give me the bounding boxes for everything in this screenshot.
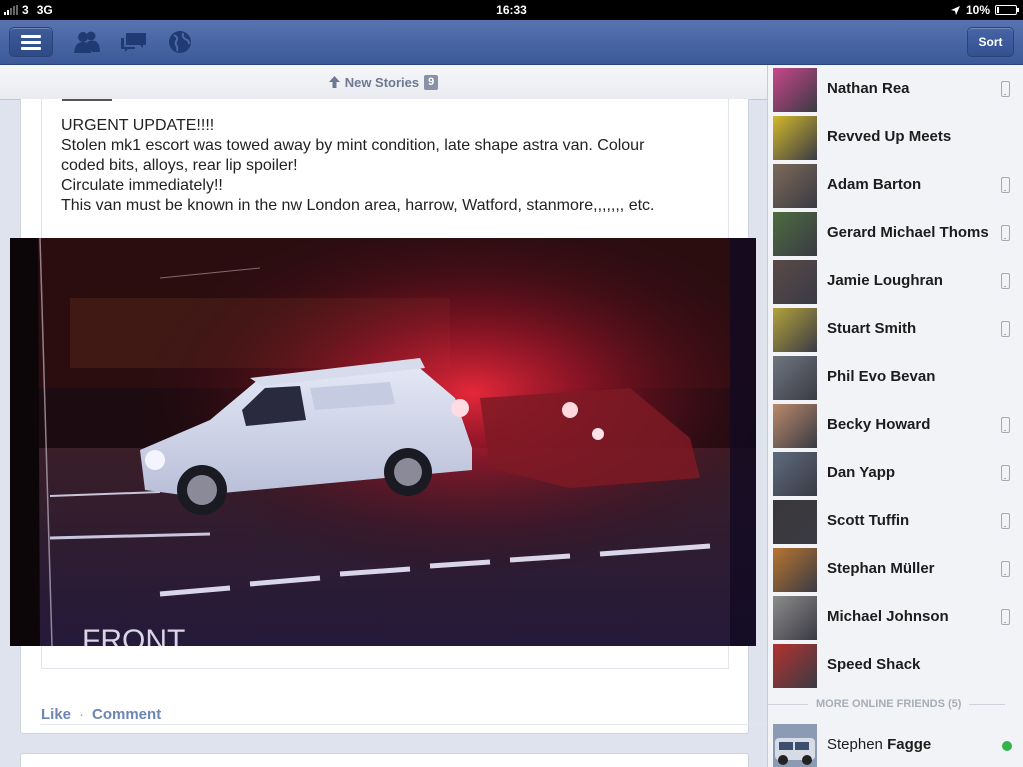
friend-list-item[interactable]: Stephan Müller — [768, 545, 1023, 593]
friend-list-item[interactable]: Speed Shack — [768, 641, 1023, 689]
story-actions: Like · Comment — [41, 706, 161, 723]
like-link[interactable]: Like — [41, 706, 71, 723]
avatar — [773, 308, 817, 352]
friend-name: Stuart Smith — [827, 320, 917, 337]
avatar — [773, 260, 817, 304]
friend-name: Speed Shack — [827, 656, 921, 673]
avatar — [773, 724, 817, 767]
location-arrow-icon — [950, 5, 960, 15]
avatar — [773, 596, 817, 640]
mobile-phone-icon — [1001, 465, 1010, 481]
story-line: coded bits, alloys, rear lip spoiler! — [61, 157, 298, 174]
story-photo[interactable]: FRONT — [10, 238, 756, 646]
status-bar: 3 3G 16:33 10% — [0, 0, 1023, 20]
story-line: Stolen mk1 escort was towed away by mint… — [61, 137, 645, 154]
mobile-phone-icon — [1001, 81, 1010, 97]
more-online-friends-divider: MORE ONLINE FRIENDS (5) — [768, 692, 1023, 716]
friend-list-item[interactable]: Phil Evo Bevan — [768, 353, 1023, 401]
online-friend-item[interactable]: Stephen Fagge — [768, 721, 1023, 767]
friend-list-item[interactable]: Stuart Smith — [768, 305, 1023, 353]
story-line: This van must be known in the nw London … — [61, 197, 655, 214]
cctv-van-photo: FRONT — [10, 238, 756, 646]
story-line: URGENT UPDATE!!!! — [61, 117, 215, 134]
mobile-phone-icon — [1001, 513, 1010, 529]
friend-name: Stephan Müller — [827, 560, 935, 577]
chat-sidebar[interactable]: Nathan Rea Revved Up Meets Adam Barton Gera… — [767, 65, 1023, 767]
avatar — [773, 500, 817, 544]
comment-link[interactable]: Comment — [92, 706, 161, 723]
avatar — [773, 116, 817, 160]
friend-list-item[interactable]: Gerard Michael Thomson — [768, 209, 1023, 257]
mobile-phone-icon — [1001, 561, 1010, 577]
friend-name: Phil Evo Bevan — [827, 368, 936, 385]
shared-post-avatar — [62, 99, 112, 101]
new-stories-count: 9 — [424, 74, 439, 90]
sort-button[interactable]: Sort — [967, 27, 1014, 57]
friend-list-item[interactable]: Becky Howard — [768, 401, 1023, 449]
photo-caption: FRONT — [82, 624, 185, 646]
top-navbar: Sort — [0, 20, 1023, 65]
mobile-phone-icon — [1001, 417, 1010, 433]
mobile-phone-icon — [1001, 273, 1010, 289]
more-online-label: MORE ONLINE FRIENDS (5) — [816, 698, 962, 710]
friend-name: Becky Howard — [827, 416, 931, 433]
friend-name: Nathan Rea — [827, 80, 910, 97]
friend-requests-icon[interactable] — [74, 30, 100, 54]
friend-list-item[interactable]: Dan Yapp — [768, 449, 1023, 497]
online-status-dot — [1002, 741, 1012, 751]
friend-name: Gerard Michael Thomson — [827, 224, 989, 241]
avatar — [773, 356, 817, 400]
action-separator: · — [79, 706, 85, 723]
friend-list-item[interactable]: Revved Up Meets — [768, 113, 1023, 161]
friend-list-item[interactable]: Michael Johnson — [768, 593, 1023, 641]
clock: 16:33 — [496, 3, 527, 17]
avatar — [773, 548, 817, 592]
friend-name: Dan Yapp — [827, 464, 896, 481]
avatar — [773, 68, 817, 112]
friend-list-item[interactable]: Scott Tuffin — [768, 497, 1023, 545]
mobile-phone-icon — [1001, 225, 1010, 241]
avatar — [773, 212, 817, 256]
friend-list-item[interactable]: Nathan Rea — [768, 65, 1023, 113]
friend-name: Jamie Loughran — [827, 272, 943, 289]
menu-button[interactable] — [9, 27, 53, 57]
divider — [41, 724, 767, 725]
friend-name: Michael Johnson — [827, 608, 949, 625]
friend-name: Adam Barton — [827, 176, 922, 193]
messages-icon[interactable] — [121, 30, 147, 54]
mobile-phone-icon — [1001, 177, 1010, 193]
friend-name: Scott Tuffin — [827, 512, 910, 529]
next-story-card — [20, 753, 749, 767]
avatar — [773, 404, 817, 448]
avatar — [773, 452, 817, 496]
up-arrow-icon — [328, 76, 340, 88]
story-line: Circulate immediately!! — [61, 177, 223, 194]
notifications-globe-icon[interactable] — [167, 30, 193, 54]
battery-percent: 10% — [965, 3, 990, 17]
friend-list-item[interactable]: Adam Barton — [768, 161, 1023, 209]
friend-list-item[interactable]: Jamie Loughran — [768, 257, 1023, 305]
friend-name: Stephen Fagge — [827, 736, 932, 753]
new-stories-bar[interactable]: New Stories 9 — [0, 65, 767, 100]
battery-icon — [995, 5, 1019, 15]
friend-name: Revved Up Meets — [827, 128, 952, 145]
avatar — [773, 644, 817, 688]
story-text: URGENT UPDATE!!!! Stolen mk1 escort was … — [61, 116, 711, 216]
mobile-phone-icon — [1001, 321, 1010, 337]
avatar — [773, 164, 817, 208]
mobile-phone-icon — [1001, 609, 1010, 625]
new-stories-label: New Stories — [344, 74, 420, 90]
